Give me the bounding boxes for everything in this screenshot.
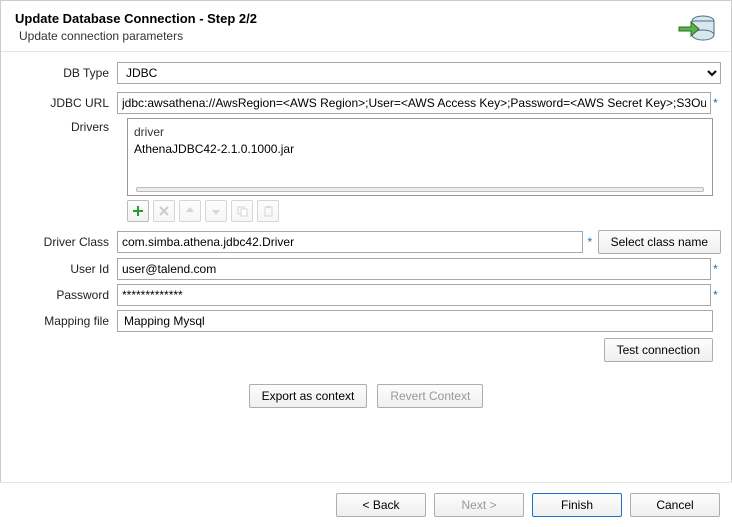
- user-id-label: User Id: [11, 262, 117, 276]
- drivers-toolbar: [127, 200, 713, 222]
- add-driver-button[interactable]: [127, 200, 149, 222]
- move-down-button: [205, 200, 227, 222]
- page-subtitle: Update connection parameters: [19, 29, 257, 43]
- driver-item[interactable]: AthenaJDBC42-2.1.0.1000.jar: [134, 141, 706, 157]
- revert-context-button: Revert Context: [377, 384, 483, 408]
- required-marker: *: [713, 288, 721, 302]
- required-marker: *: [587, 235, 593, 249]
- user-id-input[interactable]: [117, 258, 711, 280]
- wizard-footer: < Back Next > Finish Cancel: [0, 482, 732, 527]
- db-type-select[interactable]: JDBC: [117, 62, 721, 84]
- mapping-file-label: Mapping file: [11, 314, 117, 328]
- driver-class-label: Driver Class: [11, 235, 117, 249]
- page-title: Update Database Connection - Step 2/2: [15, 11, 257, 26]
- drivers-list[interactable]: driver AthenaJDBC42-2.1.0.1000.jar: [127, 118, 713, 196]
- required-marker: *: [713, 262, 721, 276]
- cancel-button[interactable]: Cancel: [630, 493, 720, 517]
- required-marker: *: [713, 96, 721, 110]
- paste-button: [257, 200, 279, 222]
- driver-class-input[interactable]: [117, 231, 583, 253]
- export-context-button[interactable]: Export as context: [249, 384, 368, 408]
- jdbc-url-label: JDBC URL: [11, 96, 117, 110]
- jdbc-url-input[interactable]: [117, 92, 711, 114]
- drivers-label: Drivers: [11, 118, 117, 134]
- horizontal-scrollbar[interactable]: [136, 187, 704, 192]
- back-button[interactable]: < Back: [336, 493, 426, 517]
- move-up-button: [179, 200, 201, 222]
- wizard-header: Update Database Connection - Step 2/2 Up…: [1, 1, 731, 52]
- password-input[interactable]: [117, 284, 711, 306]
- mapping-file-field[interactable]: Mapping Mysql: [117, 310, 713, 332]
- select-class-button[interactable]: Select class name: [598, 230, 721, 254]
- test-connection-button[interactable]: Test connection: [604, 338, 713, 362]
- copy-button: [231, 200, 253, 222]
- form-body: DB Type JDBC JDBC URL * Drivers driver A…: [1, 52, 731, 408]
- password-label: Password: [11, 288, 117, 302]
- next-button: Next >: [434, 493, 524, 517]
- db-type-label: DB Type: [11, 66, 117, 80]
- drivers-list-header: driver: [134, 123, 706, 141]
- remove-driver-button: [153, 200, 175, 222]
- wizard-icon: [677, 11, 717, 43]
- finish-button[interactable]: Finish: [532, 493, 622, 517]
